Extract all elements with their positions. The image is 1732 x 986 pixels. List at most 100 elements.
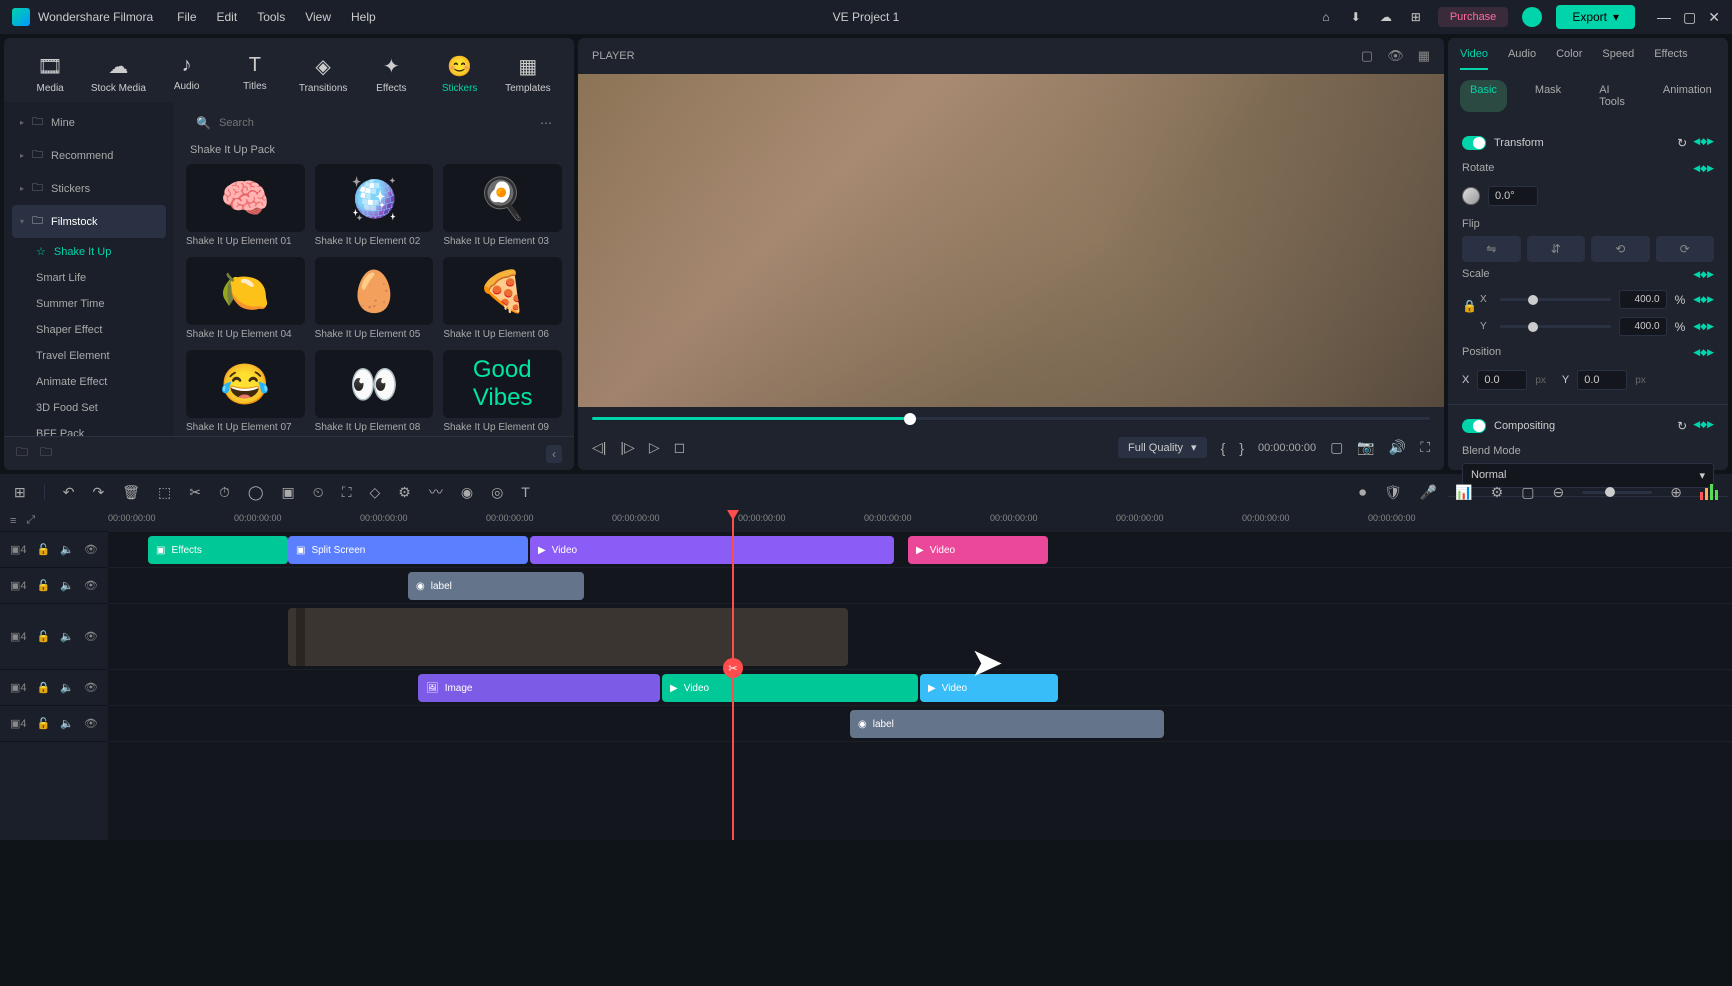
sticker-03[interactable]: 🍳Shake It Up Element 03 <box>443 164 562 247</box>
maximize-button[interactable]: ▢ <box>1683 9 1696 26</box>
tab-effects[interactable]: ✦Effects <box>357 46 425 102</box>
sidebar-stickers[interactable]: ▸🗀Stickers <box>12 172 166 205</box>
tracks-menu-icon[interactable]: ≡ <box>10 515 16 527</box>
clip-video-4[interactable]: ▶Video <box>920 674 1058 702</box>
record-button[interactable]: ⏺ <box>1359 484 1366 501</box>
sticker-05[interactable]: 🥚Shake It Up Element 05 <box>315 257 434 340</box>
rotate-cw-button[interactable]: ⟳ <box>1656 236 1715 262</box>
tab-titles[interactable]: TTitles <box>221 46 289 102</box>
lock-icon[interactable]: 🔓 <box>37 630 51 643</box>
snapshot-icon[interactable]: ▢ <box>1361 48 1373 64</box>
tab-media[interactable]: 🎞Media <box>16 46 84 102</box>
clip-image[interactable]: 🖼Image <box>418 674 660 702</box>
transform-toggle[interactable] <box>1462 136 1486 150</box>
flip-v-button[interactable]: ⇵ <box>1527 236 1586 262</box>
lock-icon[interactable]: 🔒 <box>37 681 51 694</box>
split-button[interactable]: ✂ <box>189 484 201 501</box>
diamond-button[interactable]: ◇ <box>370 484 381 501</box>
wave-button[interactable]: 〰 <box>429 482 443 502</box>
mute-icon[interactable]: 🔈 <box>60 630 74 643</box>
stop-button[interactable]: ◻ <box>674 439 686 456</box>
menu-file[interactable]: File <box>177 10 196 24</box>
player-video[interactable] <box>578 74 1444 407</box>
mixer-icon[interactable]: 📊 <box>1455 484 1472 501</box>
cloud-icon[interactable]: ☁ <box>1378 9 1394 25</box>
player-progress[interactable] <box>578 407 1444 431</box>
pos-x-input[interactable] <box>1477 370 1527 390</box>
sidebar-filmstock[interactable]: ▾🗀Filmstock <box>12 205 166 238</box>
sticker-08[interactable]: 👀Shake It Up Element 08 <box>315 350 434 433</box>
tab-transitions[interactable]: ◈Transitions <box>289 46 357 102</box>
sidebar-mine[interactable]: ▸🗀Mine <box>12 106 166 139</box>
menu-tools[interactable]: Tools <box>257 10 285 24</box>
clip-video-3[interactable]: ▶Video <box>662 674 918 702</box>
volume-icon[interactable]: 🔊 <box>1389 439 1406 456</box>
lock-icon[interactable]: 🔓 <box>37 717 51 730</box>
clip-label-1[interactable]: ◉label <box>408 572 584 600</box>
gear-icon[interactable]: ⚙ <box>1491 484 1504 501</box>
redo-button[interactable]: ↷ <box>92 484 104 501</box>
user-avatar[interactable] <box>1522 7 1542 27</box>
tab-audio[interactable]: ♪Audio <box>153 46 221 102</box>
flip-h-button[interactable]: ⇋ <box>1462 236 1521 262</box>
scale-y-slider[interactable] <box>1500 325 1611 328</box>
reset-icon[interactable]: ↻ <box>1677 136 1687 150</box>
sticker-06[interactable]: 🍕Shake It Up Element 06 <box>443 257 562 340</box>
sidebar-recommend[interactable]: ▸🗀Recommend <box>12 139 166 172</box>
reset-icon[interactable]: ↻ <box>1677 419 1687 433</box>
download-icon[interactable]: ⬇ <box>1348 9 1364 25</box>
sticker-07[interactable]: 😂Shake It Up Element 07 <box>186 350 305 433</box>
shield-icon[interactable]: 🛡 <box>1384 484 1402 501</box>
sidebar-shake-it-up[interactable]: ☆Shake It Up <box>12 238 166 265</box>
circle-button[interactable]: ◯ <box>248 484 264 501</box>
subtab-basic[interactable]: Basic <box>1460 80 1507 112</box>
timer-button[interactable]: ⏲ <box>313 484 324 501</box>
subtab-mask[interactable]: Mask <box>1525 80 1571 112</box>
props-tab-effects[interactable]: Effects <box>1654 48 1687 70</box>
speed-button[interactable]: ⏱ <box>219 484 230 501</box>
mute-icon[interactable]: 🔈 <box>60 543 74 556</box>
mute-icon[interactable]: 🔈 <box>60 717 74 730</box>
sticker-09[interactable]: GoodVibesShake It Up Element 09 <box>443 350 562 433</box>
step-back-button[interactable]: ◁| <box>592 439 606 456</box>
track-icon[interactable]: ▣4 <box>10 717 27 730</box>
mic-icon[interactable]: 🎤 <box>1420 484 1437 501</box>
display-icon[interactable]: ▢ <box>1330 439 1343 456</box>
rotate-input[interactable] <box>1488 186 1538 206</box>
mute-icon[interactable]: 🔈 <box>60 579 74 592</box>
eye-icon[interactable]: 👁 <box>1387 48 1404 64</box>
zoom-slider[interactable] <box>1582 491 1652 494</box>
sidebar-3d-food-set[interactable]: 3D Food Set <box>12 395 166 421</box>
layout-icon[interactable]: ▦ <box>1418 48 1430 64</box>
close-button[interactable]: ✕ <box>1708 9 1720 26</box>
rotate-ccw-button[interactable]: ⟲ <box>1591 236 1650 262</box>
quality-dropdown[interactable]: Full Quality▾ <box>1118 437 1207 458</box>
menu-edit[interactable]: Edit <box>217 10 238 24</box>
folder-icon[interactable]: 🗀 <box>40 443 52 464</box>
sidebar-bff-pack[interactable]: BFF Pack <box>12 421 166 436</box>
lock-icon[interactable]: 🔓 <box>37 543 51 556</box>
playhead[interactable] <box>732 510 734 840</box>
menu-help[interactable]: Help <box>351 10 376 24</box>
tab-stickers[interactable]: 😊Stickers <box>426 46 494 102</box>
eye-icon[interactable]: 👁 <box>84 681 98 694</box>
mute-icon[interactable]: 🔈 <box>60 681 74 694</box>
lock-aspect-icon[interactable]: 🔒 <box>1462 299 1477 313</box>
grid-icon[interactable]: ⊞ <box>14 484 26 501</box>
track-icon[interactable]: ▣4 <box>10 630 27 643</box>
mark-in-icon[interactable]: { <box>1221 440 1226 456</box>
delete-button[interactable]: 🗑 <box>122 484 140 501</box>
sliders-button[interactable]: ⚙ <box>398 484 411 501</box>
camera-icon[interactable]: 📷 <box>1357 439 1374 456</box>
lock-icon[interactable]: 🔓 <box>37 579 51 592</box>
sidebar-animate-effect[interactable]: Animate Effect <box>12 369 166 395</box>
search-input[interactable] <box>219 117 532 129</box>
rotate-knob[interactable] <box>1462 187 1480 205</box>
scale-x-slider[interactable] <box>1500 298 1611 301</box>
clip-video-1[interactable]: ▶Video <box>530 536 894 564</box>
clip-main-video[interactable] <box>288 608 848 666</box>
sidebar-shaper-effect[interactable]: Shaper Effect <box>12 317 166 343</box>
purchase-button[interactable]: Purchase <box>1438 7 1508 27</box>
pos-y-input[interactable] <box>1577 370 1627 390</box>
tab-stock-media[interactable]: ☁Stock Media <box>84 46 152 102</box>
